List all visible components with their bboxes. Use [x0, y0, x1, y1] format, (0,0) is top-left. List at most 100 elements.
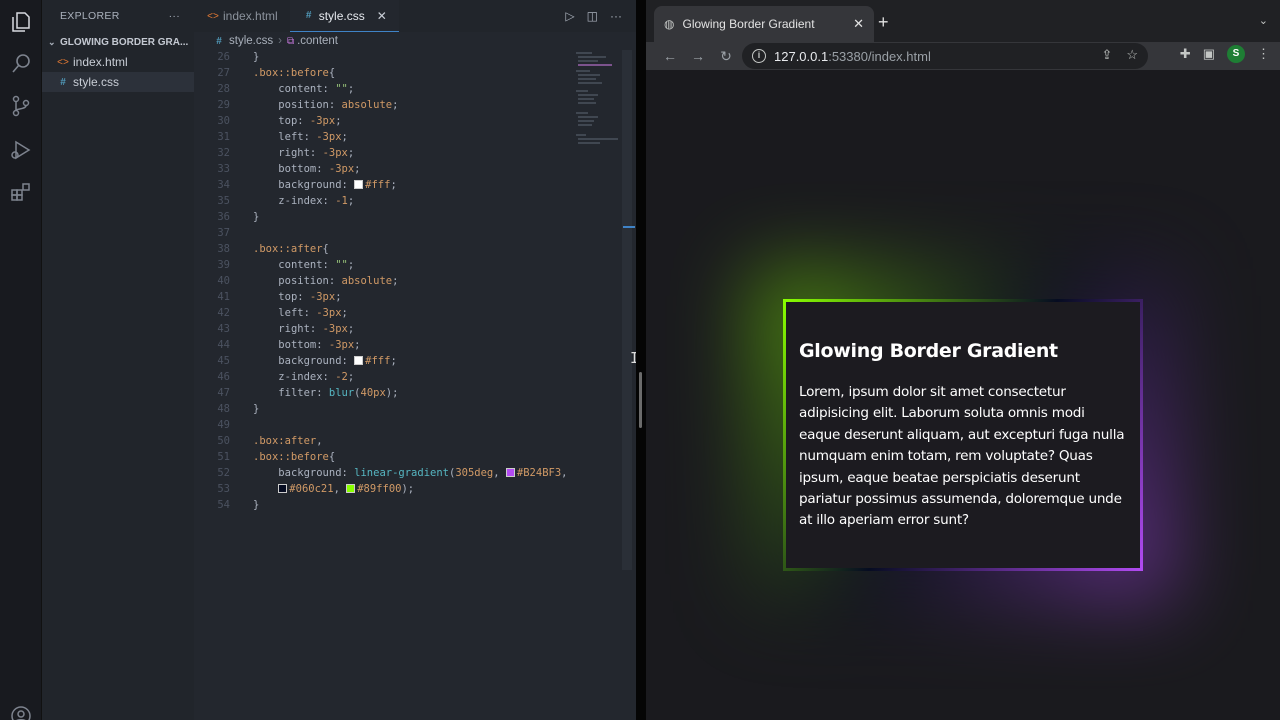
code-line[interactable]: 47 filter: blur(40px); [194, 385, 624, 401]
code-line[interactable]: 48} [194, 401, 624, 417]
browser-tab-title: Glowing Border Gradient [682, 17, 815, 31]
browser-tab[interactable]: ◍ Glowing Border Gradient ✕ [654, 6, 874, 42]
code-line[interactable]: 54} [194, 497, 624, 513]
line-content: position: absolute; [278, 275, 399, 287]
line-number: 47 [217, 387, 230, 399]
line-content: content: ""; [278, 259, 355, 271]
code-line[interactable]: 53 #060c21, #89ff00); [194, 481, 624, 497]
code-line[interactable]: 31 left: -3px; [194, 129, 624, 145]
run-debug-icon[interactable] [9, 138, 33, 162]
code-line[interactable]: 30 top: -3px; [194, 113, 624, 129]
editor-tabbar: <> index.html # style.css ✕ ▷ ◫ ··· [194, 0, 636, 32]
tab-index-html[interactable]: <> index.html [194, 0, 290, 32]
code-line[interactable]: 41 top: -3px; [194, 289, 624, 305]
chevron-right-icon: › [278, 35, 282, 47]
line-number: 29 [217, 99, 230, 111]
window-splitter[interactable] [636, 0, 646, 720]
account-icon[interactable] [9, 704, 33, 720]
line-content: background: linear-gradient(305deg, #B24… [278, 467, 568, 479]
breadcrumb-file[interactable]: style.css [229, 35, 273, 47]
code-line[interactable]: 26} [194, 49, 624, 65]
more-actions-icon[interactable]: ··· [169, 10, 180, 22]
code-line[interactable]: 52 background: linear-gradient(305deg, #… [194, 465, 624, 481]
vscode-window: EXPLORER ··· ⌄ GLOWING BORDER GRA... <> … [0, 0, 639, 720]
code-line[interactable]: 46 z-index: -2; [194, 369, 624, 385]
line-content: right: -3px; [278, 323, 355, 335]
code-line[interactable]: 50 .box:after, [194, 433, 624, 449]
code-line[interactable]: 44 bottom: -3px; [194, 337, 624, 353]
line-number: 35 [217, 195, 230, 207]
line-content: z-index: -1; [278, 195, 355, 207]
code-line[interactable]: 33 bottom: -3px; [194, 161, 624, 177]
file-style-css[interactable]: # style.css [42, 72, 194, 92]
editor-scrollbar[interactable] [622, 50, 632, 570]
code-line[interactable]: 40 position: absolute; [194, 273, 624, 289]
line-number: 31 [217, 131, 230, 143]
files-icon[interactable] [9, 10, 33, 34]
code-line[interactable]: 34 background: #fff; [194, 177, 624, 193]
code-line[interactable]: 45 background: #fff; [194, 353, 624, 369]
new-tab-button[interactable]: + [878, 12, 889, 33]
code-line[interactable]: 35 z-index: -1; [194, 193, 624, 209]
reload-icon[interactable]: ↻ [712, 48, 740, 65]
code-line[interactable]: 28 content: ""; [194, 81, 624, 97]
line-content: position: absolute; [278, 99, 399, 111]
explorer-sidebar: EXPLORER ··· ⌄ GLOWING BORDER GRA... <> … [42, 0, 194, 720]
search-icon[interactable] [9, 52, 33, 76]
line-content: } [253, 211, 260, 223]
more-actions-icon[interactable]: ··· [610, 9, 622, 23]
line-number: 44 [217, 339, 230, 351]
line-content: top: -3px; [278, 291, 342, 303]
line-number: 41 [217, 291, 230, 303]
code-line[interactable]: 27 .box::before{ [194, 65, 624, 81]
project-name: GLOWING BORDER GRA... [60, 36, 189, 48]
extensions-icon[interactable] [9, 180, 33, 204]
chevron-down-icon[interactable]: ⌄ [1259, 14, 1268, 27]
line-content: .box:after, [253, 435, 323, 447]
minimap[interactable] [574, 50, 620, 146]
profile-avatar[interactable]: S [1227, 45, 1245, 63]
source-control-icon[interactable] [9, 94, 33, 118]
code-line[interactable]: 36} [194, 209, 624, 225]
css-file-icon: # [305, 10, 312, 21]
browser-tabstrip: ◍ Glowing Border Gradient ✕ + ⌄ [646, 0, 1280, 42]
code-line[interactable]: 37 [194, 225, 624, 241]
line-number: 33 [217, 163, 230, 175]
extensions-puzzle-icon[interactable]: ✚ [1180, 46, 1191, 62]
toolbar-actions: ✚ ▣ S ⋮ [1180, 45, 1270, 63]
code-line[interactable]: 42 left: -3px; [194, 305, 624, 321]
explorer-title: EXPLORER [60, 10, 120, 22]
browser-menu-icon[interactable]: ⋮ [1257, 46, 1270, 62]
code-line[interactable]: 29 position: absolute; [194, 97, 624, 113]
close-tab-icon[interactable]: ✕ [853, 16, 864, 32]
run-icon[interactable]: ▷ [565, 9, 574, 23]
code-line[interactable]: 43 right: -3px; [194, 321, 624, 337]
line-content [230, 417, 253, 433]
splitter-handle[interactable] [639, 372, 642, 428]
side-panel-icon[interactable]: ▣ [1203, 46, 1215, 62]
close-icon[interactable]: ✕ [377, 9, 387, 23]
back-icon[interactable]: ← [656, 48, 684, 64]
code-line[interactable]: 49 [194, 417, 624, 433]
split-editor-icon[interactable]: ◫ [587, 9, 598, 23]
code-line[interactable]: 38 .box::after{ [194, 241, 624, 257]
chevron-down-icon: ⌄ [48, 36, 56, 47]
code-area[interactable]: 26} 27 .box::before{28 content: ""; 29 posi… [194, 49, 624, 513]
code-line[interactable]: 32 right: -3px; [194, 145, 624, 161]
line-content: z-index: -2; [278, 371, 355, 383]
address-bar[interactable]: i 127.0.0.1:53380/index.html ⇪ ☆ [742, 43, 1148, 69]
scroll-position-marker [623, 226, 635, 228]
site-info-icon[interactable]: i [752, 49, 766, 63]
line-content: filter: blur(40px); [278, 387, 399, 399]
tab-style-css[interactable]: # style.css ✕ [289, 0, 399, 32]
file-index-html[interactable]: <> index.html [42, 52, 194, 72]
share-icon[interactable]: ⇪ [1101, 47, 1112, 63]
bookmark-star-icon[interactable]: ☆ [1126, 47, 1138, 63]
project-folder[interactable]: ⌄ GLOWING BORDER GRA... [42, 32, 194, 52]
forward-icon[interactable]: → [684, 48, 712, 64]
line-content: bottom: -3px; [278, 163, 361, 175]
omnibox-actions: ⇪ ☆ [1101, 47, 1138, 63]
code-line[interactable]: 51 .box::before{ [194, 449, 624, 465]
breadcrumb-symbol[interactable]: .content [297, 35, 338, 47]
code-line[interactable]: 39 content: ""; [194, 257, 624, 273]
